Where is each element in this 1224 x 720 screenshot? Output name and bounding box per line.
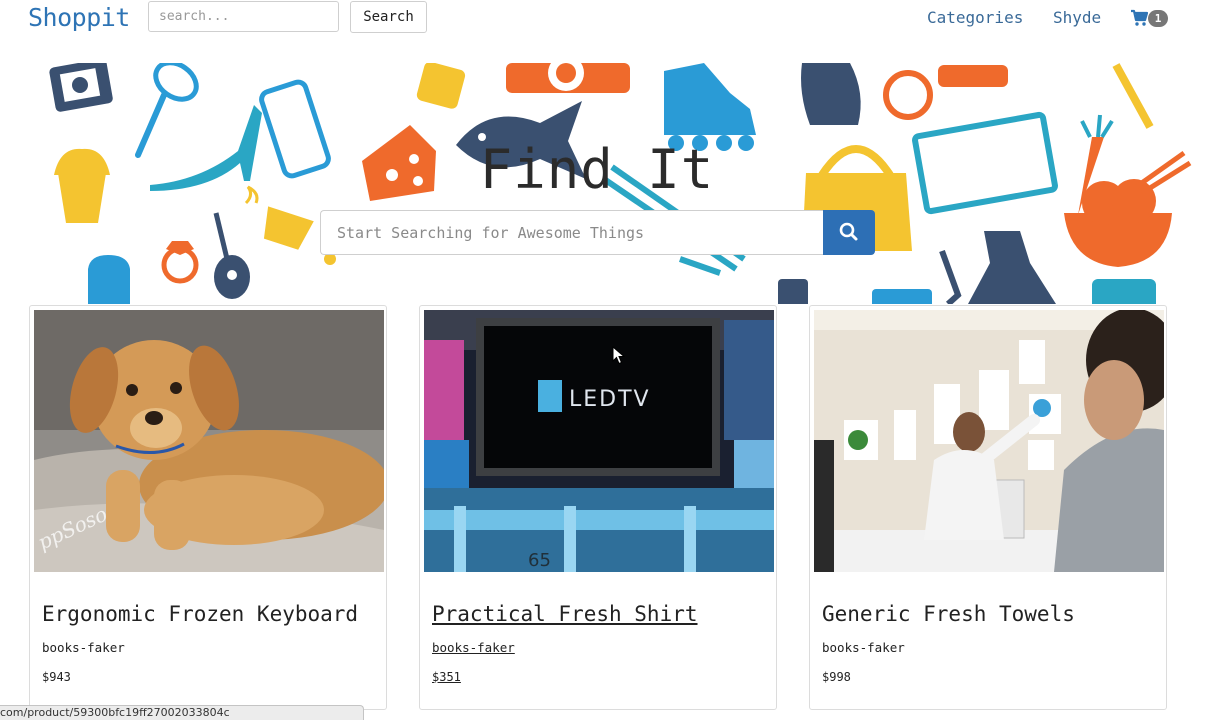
search-icon — [839, 222, 858, 241]
cart-count-badge: 1 — [1148, 10, 1168, 27]
nav-link-categories[interactable]: Categories — [927, 8, 1023, 27]
product-card[interactable]: Generic Fresh Towels books-faker $998 — [809, 305, 1167, 710]
product-title[interactable]: Practical Fresh Shirt — [432, 602, 698, 626]
cart-button[interactable]: 1 — [1130, 8, 1170, 30]
hero-search-button[interactable] — [823, 210, 875, 255]
product-card[interactable]: ppSoso Ergonomic Frozen Keyboard books-f… — [29, 305, 387, 710]
product-price: $998 — [822, 670, 851, 684]
tv-brand-logo: LEDTV — [569, 387, 651, 412]
product-price: $351 — [432, 670, 461, 684]
tv-stand-number: 65 — [528, 550, 551, 571]
product-image-office[interactable] — [814, 310, 1164, 572]
navbar: Shoppit Search Categories Shyde 1 — [0, 0, 1224, 38]
nav-search-button[interactable]: Search — [350, 1, 427, 33]
product-price: $943 — [42, 670, 71, 684]
product-category[interactable]: books-faker — [42, 640, 125, 655]
product-category[interactable]: books-faker — [432, 640, 515, 655]
product-card[interactable]: LEDTV 65 Practical Fresh Shirt books-fak… — [419, 305, 777, 710]
product-category[interactable]: books-faker — [822, 640, 905, 655]
browser-status-bar-url: com/product/59300bfc19ff27002033804c — [0, 705, 364, 720]
nav-search-input[interactable] — [148, 1, 339, 32]
product-title[interactable]: Generic Fresh Towels — [822, 602, 1075, 626]
nav-link-user[interactable]: Shyde — [1053, 8, 1101, 27]
product-title[interactable]: Ergonomic Frozen Keyboard — [42, 602, 358, 626]
hero-search-input[interactable] — [320, 210, 824, 255]
brand-logo[interactable]: Shoppit — [28, 3, 130, 32]
product-image-led-tv[interactable]: LEDTV 65 — [424, 310, 774, 572]
product-image-puppy[interactable]: ppSoso — [34, 310, 384, 572]
hero-banner: Find It — [0, 63, 1224, 304]
mouse-cursor-icon — [612, 346, 626, 365]
hero-title: Find It — [479, 138, 715, 201]
cart-icon — [1131, 9, 1148, 26]
